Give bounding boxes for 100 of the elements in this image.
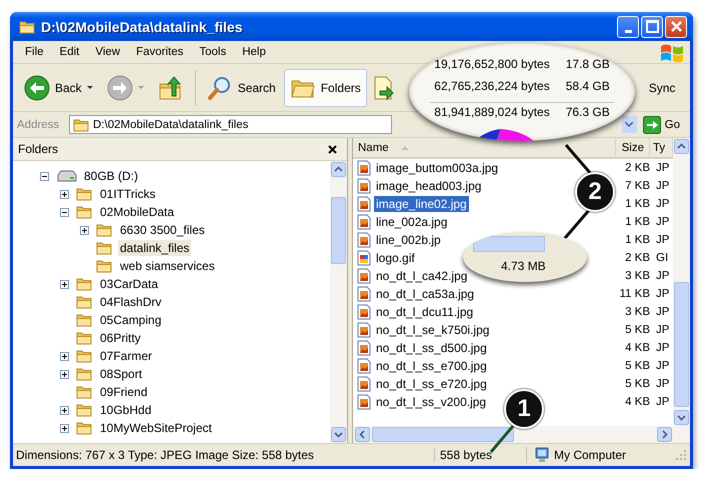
scroll-right-icon [657,427,672,442]
file-name[interactable]: line_002b.jp [374,232,443,248]
maximize-button[interactable] [641,16,663,38]
image-file-icon [357,160,371,176]
scroll-thumb[interactable] [674,282,689,407]
window-title: D:\02MobileData\datalink_files [41,18,244,34]
expand-toggle[interactable] [60,424,69,432]
tree-item[interactable]: datalink_files [118,240,192,256]
file-name[interactable]: no_dt_l_ss_v200.jpg [374,394,488,410]
file-type: JP [655,180,670,192]
tree-item[interactable]: 05Camping [98,312,164,328]
folder-icon [76,205,94,219]
file-name[interactable]: no_dt_l_ca53a.jpg [374,286,476,302]
file-name[interactable]: logo.gif [374,250,417,266]
file-name[interactable]: no_dt_l_ss_e720.jpg [374,376,489,392]
tree-item[interactable]: 06Pritty [98,330,143,346]
folder-icon [76,295,94,309]
tree-item[interactable]: 01ITTricks [98,186,158,202]
dropdown-button[interactable] [622,116,637,133]
folder-icon [76,187,94,201]
file-type: JP [655,162,670,174]
expand-toggle[interactable] [60,406,69,414]
file-name[interactable]: no_dt_l_ca42.jpg [374,268,470,284]
go-button[interactable]: Go [640,116,686,134]
close-button[interactable] [326,142,339,156]
expand-toggle[interactable] [60,190,69,198]
menu-item[interactable]: Favorites [128,46,192,58]
expand-toggle[interactable] [60,352,69,360]
file-size: 3 KB [624,270,650,282]
tree-item[interactable]: web siamservices [118,258,217,274]
file-name[interactable]: no_dt_l_ss_d500.jpg [374,340,489,356]
address-field[interactable]: D:\02MobileData\datalink_files [69,115,392,134]
pane-title: Folders [18,142,58,156]
resize-grip-icon [675,449,687,461]
folders-button[interactable]: Folders [284,68,367,106]
tree-item[interactable]: 6630 3500_files [118,222,207,238]
file-size: 11 KB [618,288,650,300]
folder-icon [19,20,35,34]
computer-icon [535,447,549,463]
folder-icon [76,367,94,381]
collapse-toggle[interactable] [60,208,69,216]
tree-item[interactable]: 08Sport [98,366,144,382]
menu-item[interactable]: File [17,46,52,58]
menu-item[interactable]: View [87,46,128,58]
sync-label[interactable]: Sync [640,80,684,94]
file-type: JP [655,396,670,408]
close-icon [328,144,337,154]
scroll-down-icon [674,410,689,425]
folder-icon [76,277,94,291]
file-name[interactable]: no_dt_l_ss_e700.jpg [374,358,489,374]
column-header[interactable]: Size [616,138,650,157]
minimize-button[interactable] [617,16,639,38]
menu-item[interactable]: Help [234,46,274,58]
file-type: JP [655,270,670,282]
folder-icon [76,331,94,345]
tree-item[interactable]: 04FlashDrv [98,294,164,310]
collapse-toggle[interactable] [40,172,49,180]
size-value: 76.3 GB [566,102,614,120]
file-type: JP [655,216,670,228]
folder-up-icon [158,74,184,100]
file-size: 1 KB [624,216,650,228]
file-name[interactable]: no_dt_l_dcu11.jpg [374,304,476,320]
folder-icon [96,223,114,237]
sync-icon [372,74,396,100]
folder-icon [96,241,114,255]
scroll-thumb[interactable] [372,427,514,442]
file-type: JP [655,378,670,390]
tree-item[interactable]: 02MobileData [98,204,176,220]
byte-count: 62,765,236,224 bytes [433,78,551,95]
expand-toggle[interactable] [80,226,89,234]
tree-item[interactable]: 10MyWebSiteProject [98,420,214,436]
file-name[interactable]: no_dt_l_se_k750i.jpg [374,322,492,338]
tree-item[interactable]: 09Friend [98,384,150,400]
scroll-down-icon [331,427,346,442]
file-size: 5 KB [624,360,650,372]
file-size: 7 KB [624,180,650,192]
file-name[interactable]: image_buttom003a.jpg [374,160,500,176]
file-name[interactable]: line_002a.jpg [374,214,450,230]
tree-item[interactable]: 03CarData [98,276,160,292]
file-name[interactable]: image_head003.jpg [374,178,484,194]
image-file-icon [357,376,371,392]
scroll-thumb[interactable] [331,197,346,264]
tree-item[interactable]: 07Farmer [98,348,154,364]
image-file-icon [357,196,371,212]
tree-item[interactable]: 10GbHdd [98,402,154,418]
image-file-icon [357,214,371,230]
tree-item[interactable]: 80GB (D:) [82,168,140,184]
file-size: 1 KB [624,234,650,246]
menu-item[interactable]: Edit [52,46,88,58]
scroll-thumb [473,236,545,252]
image-file-icon [357,268,371,284]
menu-item[interactable]: Tools [191,46,234,58]
image-file-icon [357,304,371,320]
search-button[interactable]: Search [200,68,282,106]
caret-icon [138,86,144,89]
file-name[interactable]: image_line02.jpg [374,196,469,212]
expand-toggle[interactable] [60,280,69,288]
expand-toggle[interactable] [60,370,69,378]
back-button[interactable]: Back [18,68,99,106]
file-type: JP [655,360,670,372]
